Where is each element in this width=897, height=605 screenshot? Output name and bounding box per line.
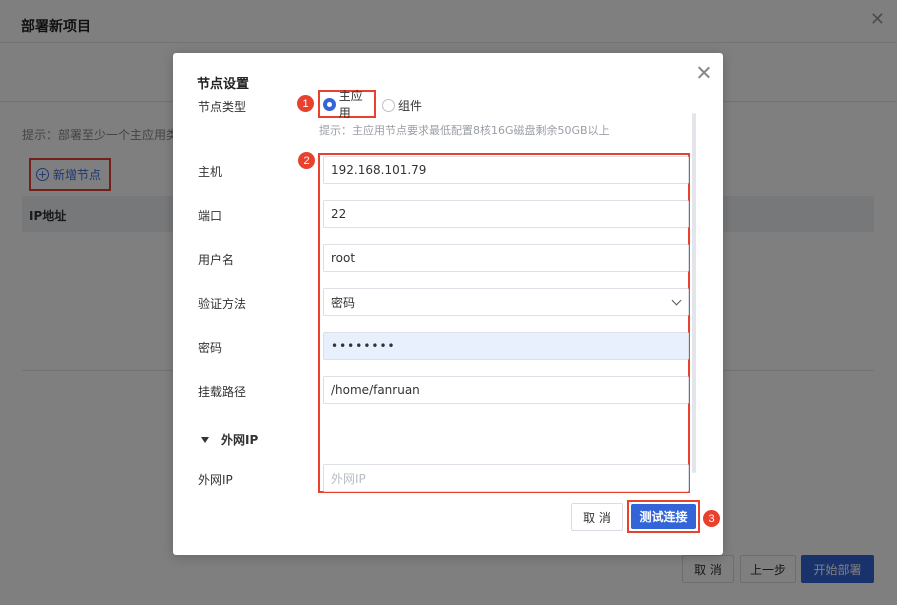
- external-ip-input[interactable]: 外网IP: [323, 464, 689, 492]
- auth-method-value: 密码: [331, 295, 356, 310]
- auth-method-select[interactable]: 密码: [323, 288, 689, 316]
- password-input[interactable]: ••••••••: [323, 332, 689, 360]
- external-ip-label: 外网IP: [198, 473, 233, 487]
- host-label: 主机: [198, 165, 223, 179]
- connection-form: 192.168.101.79 22 root 密码 •••••••• /home…: [318, 153, 690, 493]
- section-label: 外网IP: [221, 433, 259, 447]
- scrollbar[interactable]: [692, 113, 696, 473]
- mount-path-input[interactable]: /home/fanruan: [323, 376, 689, 404]
- node-requirement-tip: 提示：主应用节点要求最低配置8核16G磁盘剩余50GB以上: [319, 124, 610, 137]
- external-ip-section-toggle[interactable]: 外网IP: [201, 431, 258, 448]
- step-marker: 1: [297, 95, 314, 112]
- test-connection-highlight: 测试连接: [627, 500, 700, 533]
- node-settings-dialog: 节点设置 节点类型 主应用 组件 提示：主应用节点要求最低配置8核16G磁盘剩余…: [173, 53, 723, 555]
- radio-unchecked-icon: [382, 99, 395, 112]
- step-marker: 2: [298, 152, 315, 169]
- cancel-button[interactable]: 取 消: [571, 503, 623, 531]
- dialog-title: 节点设置: [197, 77, 250, 92]
- chevron-down-icon: [671, 295, 682, 306]
- scrollbar-thumb[interactable]: [692, 113, 696, 473]
- step-marker: 3: [703, 510, 720, 527]
- close-icon[interactable]: [695, 64, 713, 82]
- port-label: 端口: [198, 209, 223, 223]
- radio-main-app[interactable]: 主应用: [318, 89, 376, 120]
- radio-checked-icon: [323, 97, 336, 111]
- mount-path-label: 挂载路径: [198, 385, 247, 399]
- auth-method-label: 验证方法: [198, 297, 247, 311]
- password-label: 密码: [198, 341, 223, 355]
- caret-down-icon: [201, 436, 209, 443]
- radio-label: 组件: [398, 99, 423, 113]
- radio-label: 主应用: [338, 89, 363, 120]
- port-input[interactable]: 22: [323, 200, 689, 228]
- host-input[interactable]: 192.168.101.79: [323, 156, 689, 184]
- node-type-label: 节点类型: [198, 100, 247, 114]
- username-label: 用户名: [198, 253, 235, 267]
- username-input[interactable]: root: [323, 244, 689, 272]
- radio-component[interactable]: 组件: [382, 97, 422, 114]
- test-connection-button[interactable]: 测试连接: [631, 504, 696, 529]
